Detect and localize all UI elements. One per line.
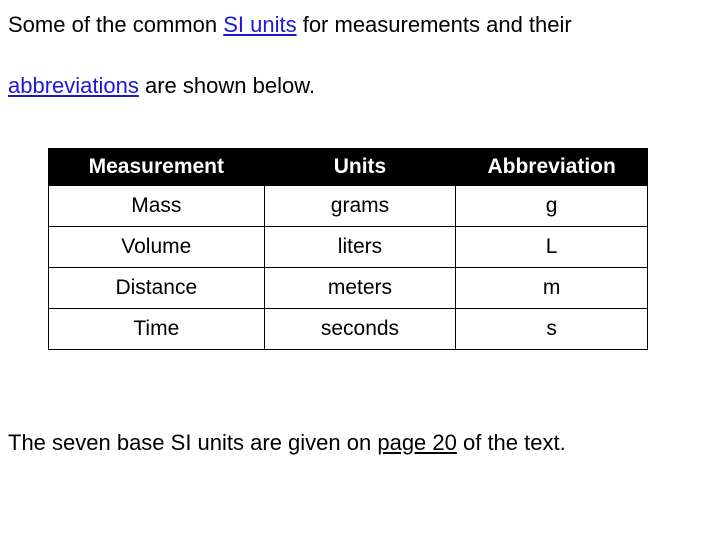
cell-measurement: Volume (49, 226, 265, 267)
intro-text-3: are shown below. (139, 73, 315, 98)
intro-text-2: for measurements and their (297, 12, 572, 37)
cell-measurement: Mass (49, 185, 265, 226)
table-row: Time seconds s (49, 308, 648, 349)
cell-abbreviation: m (456, 267, 648, 308)
cell-abbreviation: L (456, 226, 648, 267)
units-table: Measurement Units Abbreviation Mass gram… (48, 148, 648, 350)
cell-abbreviation: s (456, 308, 648, 349)
header-measurement: Measurement (49, 148, 265, 185)
footer-note: The seven base SI units are given on pag… (8, 430, 712, 456)
footer-text-1: The seven base SI units are given on (8, 430, 377, 455)
cell-units: meters (264, 267, 456, 308)
intro-paragraph: Some of the common SI units for measurem… (8, 10, 712, 102)
table-header-row: Measurement Units Abbreviation (49, 148, 648, 185)
table-row: Volume liters L (49, 226, 648, 267)
header-abbreviation: Abbreviation (456, 148, 648, 185)
si-units-term: SI units (223, 12, 296, 37)
units-table-wrapper: Measurement Units Abbreviation Mass gram… (48, 148, 712, 350)
table-row: Distance meters m (49, 267, 648, 308)
intro-line-2: abbreviations are shown below. (8, 71, 712, 102)
cell-units: grams (264, 185, 456, 226)
header-units: Units (264, 148, 456, 185)
abbreviations-term: abbreviations (8, 73, 139, 98)
cell-units: seconds (264, 308, 456, 349)
cell-measurement: Distance (49, 267, 265, 308)
intro-line-1: Some of the common SI units for measurem… (8, 10, 712, 41)
cell-abbreviation: g (456, 185, 648, 226)
intro-text-1: Some of the common (8, 12, 223, 37)
page-reference: page 20 (377, 430, 457, 455)
footer-text-2: of the text. (457, 430, 566, 455)
cell-measurement: Time (49, 308, 265, 349)
cell-units: liters (264, 226, 456, 267)
table-row: Mass grams g (49, 185, 648, 226)
